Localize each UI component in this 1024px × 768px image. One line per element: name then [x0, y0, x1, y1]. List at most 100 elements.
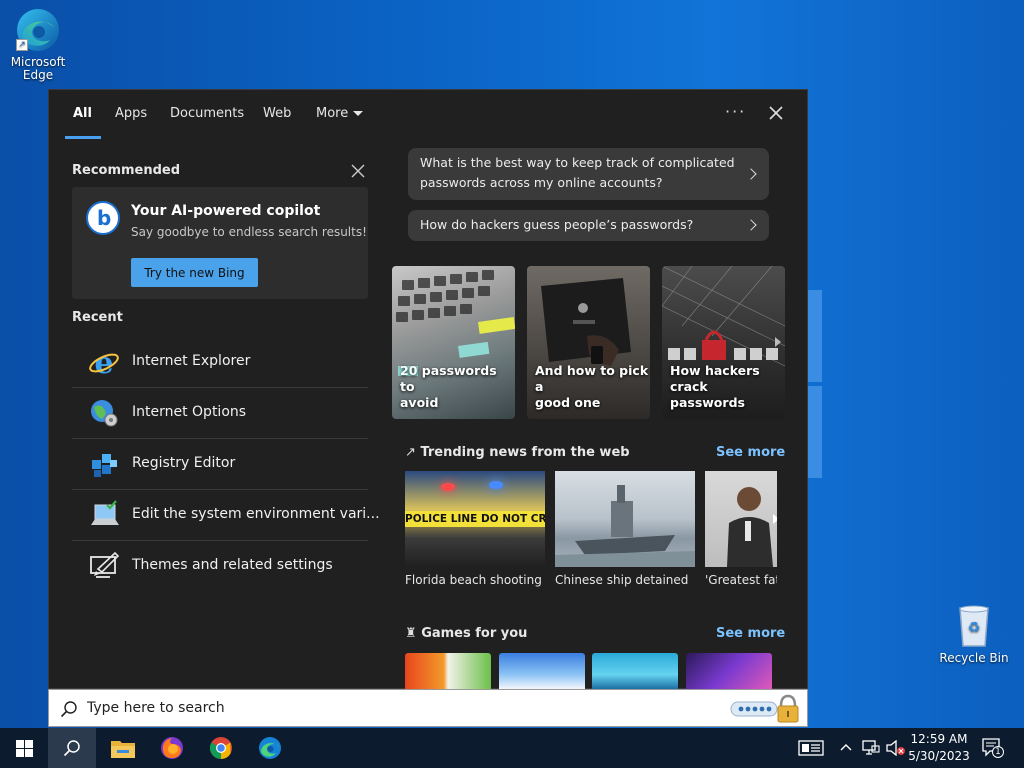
trending-icon: ↗ [405, 445, 416, 460]
volume-muted-icon[interactable] [886, 740, 906, 756]
recent-item-system-environment[interactable]: Edit the system environment vari... [72, 490, 380, 541]
taskbar-firefox[interactable] [148, 728, 196, 768]
trending-news-card[interactable]: POLICE LINE DO NOT CROSS [405, 471, 545, 567]
globe-gear-icon [91, 400, 118, 427]
news-caption: 'Greatest fath [705, 573, 777, 587]
folder-icon [111, 741, 135, 758]
search-icon [63, 740, 80, 757]
game-thumbnail[interactable] [499, 653, 585, 689]
tile-caption: How hackers crack passwords [670, 363, 785, 411]
taskbar-edge[interactable] [246, 728, 294, 768]
chevron-right-icon[interactable] [771, 513, 777, 525]
tile-caption-line: avoid [400, 395, 439, 410]
copilot-subtitle: Say goodbye to endless search results! [131, 225, 367, 239]
chevron-up-icon[interactable] [840, 742, 852, 752]
desktop-icon-microsoft-edge[interactable]: ↗ Microsoft Edge [1, 6, 75, 82]
firefox-icon [161, 737, 183, 759]
chevron-right-icon [745, 168, 757, 180]
trending-news-card[interactable] [555, 471, 695, 567]
taskbar-chrome[interactable] [197, 728, 245, 768]
tile-caption-line: good one [535, 395, 601, 410]
desktop-light-beam [808, 386, 822, 478]
svg-text:e: e [94, 346, 113, 378]
start-button[interactable] [0, 728, 48, 768]
chess-icon: ♜ [405, 626, 417, 641]
tile-caption-line: And how to pick a [535, 363, 649, 394]
recent-heading: Recent [72, 310, 123, 325]
chevron-down-icon [353, 111, 364, 116]
notification-count-badge: 1 [992, 746, 1004, 758]
recent-item-registry-editor[interactable]: Registry Editor [72, 439, 368, 490]
tile-caption-line: How hackers [670, 363, 760, 378]
desktop-light-beam [808, 290, 822, 382]
tab-all[interactable]: All [73, 106, 92, 121]
search-box[interactable] [48, 689, 808, 727]
network-icon[interactable] [862, 740, 880, 756]
game-thumbnail[interactable] [592, 653, 678, 689]
news-tile[interactable]: 20 passwords to avoid [392, 266, 515, 419]
action-center-button[interactable]: 1 [982, 738, 1004, 758]
tab-more-label: More [316, 106, 349, 121]
desktop-icon-label: Microsoft Edge [10, 55, 66, 82]
try-new-bing-button[interactable]: Try the new Bing [131, 258, 258, 287]
police-tape-text: POLICE LINE DO NOT CROSS [405, 511, 545, 527]
news-caption: Florida beach shooting [405, 573, 542, 587]
more-options-icon[interactable]: ··· [725, 102, 746, 121]
search-tabs-bar: All Apps Documents Web More ··· [49, 90, 807, 139]
tab-apps[interactable]: Apps [115, 106, 147, 121]
themes-brush-icon [90, 551, 120, 578]
recycle-bin-icon: ♻ [950, 602, 998, 650]
chrome-icon [210, 737, 232, 759]
trending-news-card[interactable] [705, 471, 777, 567]
taskbar: 12:59 AM 5/30/2023 1 [0, 728, 1024, 768]
recent-item-themes[interactable]: Themes and related settings [72, 541, 368, 592]
taskbar-search-button[interactable] [48, 728, 96, 768]
password-lock-icon [730, 694, 799, 723]
game-thumbnail[interactable] [686, 653, 772, 689]
search-icon [60, 701, 77, 718]
desktop-icon-label: Recycle Bin [939, 651, 1009, 665]
search-panel: All Apps Documents Web More ··· Recommen… [48, 89, 808, 689]
recommended-heading: Recommended [72, 163, 181, 178]
desktop-icon-recycle-bin[interactable]: ♻ Recycle Bin [937, 602, 1011, 665]
close-icon[interactable] [351, 164, 365, 178]
tab-documents[interactable]: Documents [170, 106, 244, 121]
tile-caption: And how to pick a good one [535, 363, 650, 411]
taskbar-file-explorer[interactable] [98, 728, 146, 768]
recent-item-internet-explorer[interactable]: e Internet Explorer [72, 337, 368, 388]
suggestion-item[interactable]: What is the best way to keep track of co… [408, 148, 769, 200]
search-input[interactable] [87, 698, 687, 718]
games-heading: ♜ Games for you [405, 626, 527, 641]
recent-item-label: Edit the system environment vari... [132, 506, 380, 522]
tile-caption-line: 20 passwords to [400, 363, 497, 394]
tile-caption: 20 passwords to avoid [400, 363, 515, 411]
game-thumbnail[interactable] [405, 653, 491, 689]
edge-icon: ↗ [14, 6, 62, 54]
suggestion-item[interactable]: How do hackers guess people’s passwords? [408, 210, 769, 241]
suggestion-text: How do hackers guess people’s passwords? [420, 217, 694, 232]
chevron-right-icon[interactable] [771, 335, 785, 349]
games-see-more-link[interactable]: See more [716, 626, 785, 641]
ship-image [555, 485, 695, 567]
recent-item-internet-options[interactable]: Internet Options [72, 388, 368, 439]
clock-time[interactable]: 12:59 AM [910, 732, 968, 746]
chevron-right-icon [745, 219, 757, 231]
person-image [727, 487, 773, 567]
trending-see-more-link[interactable]: See more [716, 445, 785, 460]
recent-item-label: Themes and related settings [132, 557, 333, 573]
recent-item-label: Internet Explorer [132, 353, 251, 369]
copilot-card: b Your AI-powered copilot Say goodbye to… [72, 187, 368, 299]
laptop-check-icon [91, 500, 119, 525]
clock-date[interactable]: 5/30/2023 [908, 749, 970, 763]
siren-light [489, 481, 503, 489]
news-tile[interactable]: How hackers crack passwords [662, 266, 785, 419]
trending-heading: ↗ Trending news from the web [405, 445, 630, 460]
tab-more[interactable]: More [316, 106, 364, 121]
news-tile[interactable]: And how to pick a good one [527, 266, 650, 419]
tab-web[interactable]: Web [263, 106, 291, 121]
suggestion-line: What is the best way to keep track of co… [420, 155, 735, 170]
svg-text:♻: ♻ [968, 620, 981, 636]
close-icon[interactable] [767, 104, 785, 122]
games-title: Games for you [421, 626, 528, 641]
news-widget-icon[interactable] [798, 740, 824, 756]
